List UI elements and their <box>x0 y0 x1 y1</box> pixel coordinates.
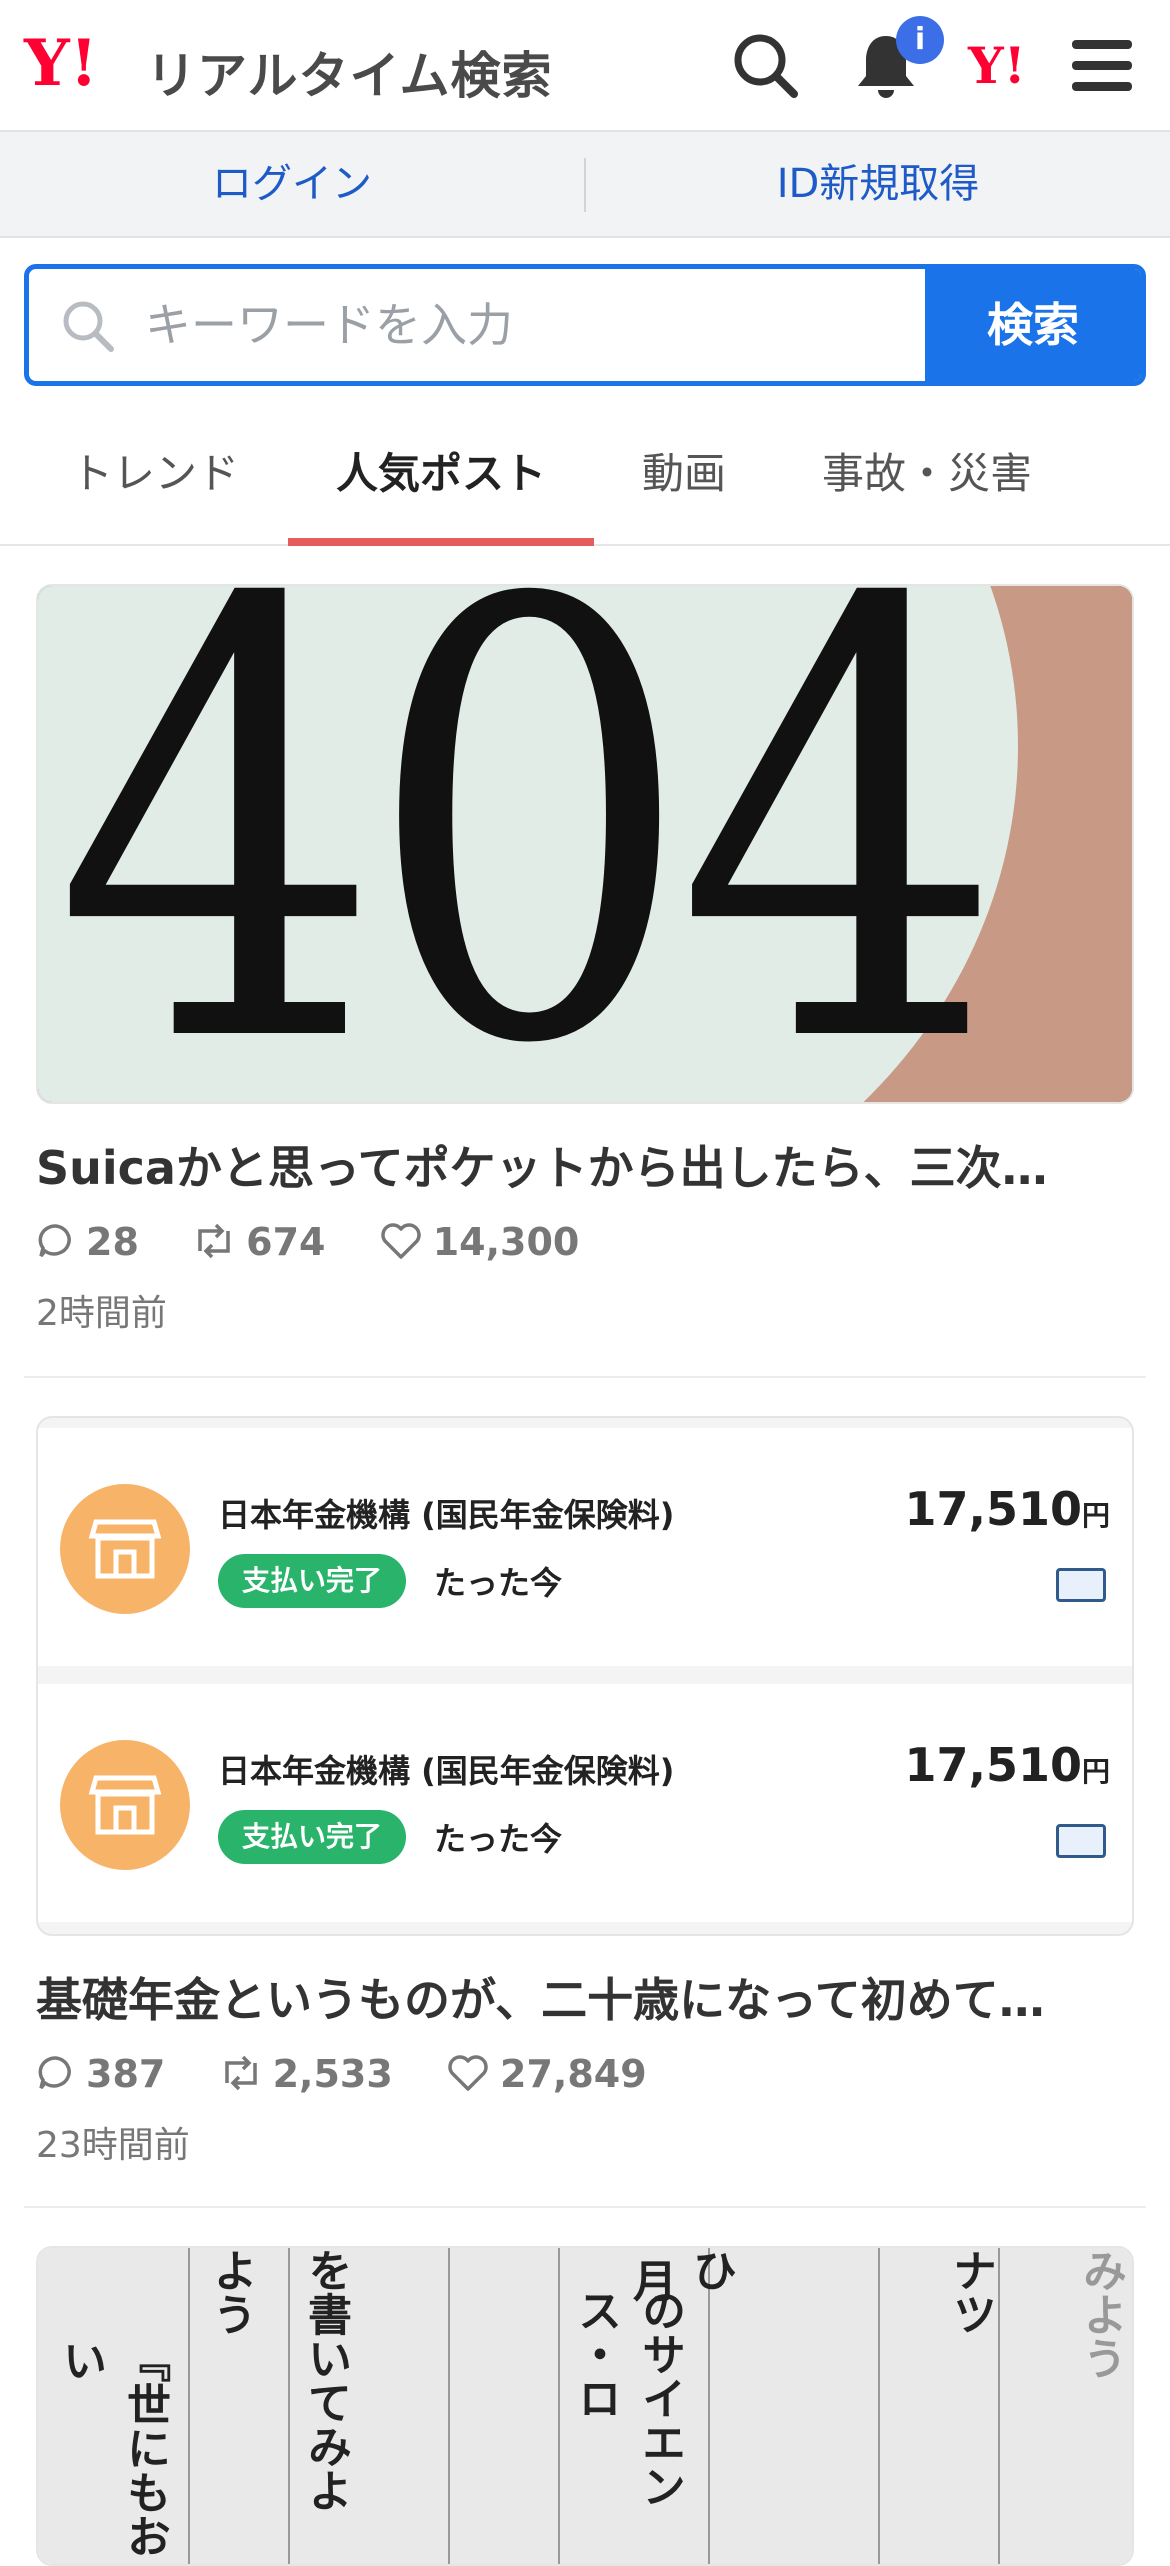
vertical-text: 月 <box>625 2258 676 2302</box>
post-image[interactable]: 404 <box>36 584 1134 1104</box>
shop-icon <box>60 1484 190 1614</box>
repost-icon <box>198 1223 230 1259</box>
like-count[interactable]: 14,300 <box>379 1220 579 1264</box>
column-line <box>878 2248 880 2564</box>
register-link[interactable]: ID新規取得 <box>586 132 1170 236</box>
post-card[interactable]: 404 Suicaかと思ってポケットから出したら、三次… 28 674 14,3… <box>24 584 1146 1344</box>
image-404-text: 404 <box>54 584 1004 1104</box>
reply-count[interactable]: 387 <box>36 2052 165 2096</box>
post-image[interactable]: 『世にもおい よう を書いてみよ のサイエンス・ロ 月 ひ ナツ みよう <box>36 2246 1134 2566</box>
reply-count[interactable]: 28 <box>36 1220 139 1264</box>
payment-amount: 17,510円 <box>904 1482 1110 1536</box>
vertical-text: ナツ <box>945 2248 996 2336</box>
document-photo: 『世にもおい よう を書いてみよ のサイエンス・ロ 月 ひ ナツ みよう <box>38 2248 1132 2564</box>
post-card[interactable]: 日本年金機構 (国民年金保険料) 支払い完了 たった今 17,510円 日本年金… <box>24 1416 1146 2176</box>
column-line <box>708 2248 710 2564</box>
post-card[interactable]: 『世にもおい よう を書いてみよ のサイエンス・ロ 月 ひ ナツ みよう <box>24 2246 1146 2566</box>
search-button[interactable]: 検索 <box>925 269 1141 381</box>
yahoo-japan-icon[interactable]: Y! <box>968 36 1026 95</box>
tab-label: 人気ポスト <box>335 449 546 498</box>
vertical-text: のサイエンス・ロ <box>570 2288 685 2508</box>
payee-name: 日本年金機構 (国民年金保険料) <box>218 1752 675 1790</box>
card-icon <box>1056 1824 1106 1858</box>
vertical-text: よう <box>205 2248 256 2336</box>
search-form: キーワードを入力 検索 <box>24 264 1146 386</box>
tab-trend[interactable]: トレンド <box>40 404 270 544</box>
notification-badge[interactable]: i <box>896 16 944 64</box>
vertical-text: 『世にもおい <box>55 2338 170 2558</box>
heart-icon <box>381 1223 421 1259</box>
active-tab-indicator <box>288 538 594 546</box>
post-title[interactable]: 基礎年金というものが、二十歳になって初めて… <box>36 1964 1136 2030</box>
photo-background: 404 <box>38 586 1132 1102</box>
payment-amount: 17,510円 <box>904 1738 1110 1792</box>
tab-bar: トレンド 人気ポスト 動画 事故・災害 <box>0 404 1170 546</box>
repost-count[interactable]: 2,533 <box>219 2052 393 2096</box>
search-field-icon <box>59 297 117 359</box>
column-line <box>448 2248 450 2564</box>
vertical-text: みよう <box>1075 2248 1126 2380</box>
shop-icon <box>60 1740 190 1870</box>
search-icon[interactable] <box>728 28 804 104</box>
payment-time: たった今 <box>434 1820 563 1858</box>
status-badge: 支払い完了 <box>218 1810 406 1864</box>
search-input[interactable]: キーワードを入力 <box>145 269 513 381</box>
payment-row: 日本年金機構 (国民年金保険料) 支払い完了 たった今 17,510円 <box>38 1684 1132 1922</box>
vertical-text: を書いてみよ <box>300 2248 351 2512</box>
payment-row: 日本年金機構 (国民年金保険料) 支払い完了 たった今 17,510円 <box>38 1428 1132 1666</box>
reply-icon <box>38 1224 71 1258</box>
realtime-search-title[interactable]: リアルタイム検索 <box>146 36 553 108</box>
tab-video[interactable]: 動画 <box>614 404 754 544</box>
heart-icon <box>448 2055 488 2091</box>
account-bar: ログイン ID新規取得 <box>0 132 1170 238</box>
payment-time: たった今 <box>434 1564 563 1602</box>
status-badge: 支払い完了 <box>218 1554 406 1608</box>
column-line <box>288 2248 290 2564</box>
divider <box>24 2206 1146 2208</box>
tab-accidents-disasters[interactable]: 事故・災害 <box>800 404 1054 544</box>
payee-name: 日本年金機構 (国民年金保険料) <box>218 1496 675 1534</box>
reply-icon <box>38 2056 71 2090</box>
post-timestamp: 23時間前 <box>36 2125 190 2166</box>
post-image[interactable]: 日本年金機構 (国民年金保険料) 支払い完了 たった今 17,510円 日本年金… <box>36 1416 1134 1936</box>
menu-icon[interactable] <box>1064 28 1140 104</box>
login-link[interactable]: ログイン <box>0 132 584 236</box>
like-count[interactable]: 27,849 <box>446 2052 647 2096</box>
post-timestamp: 2時間前 <box>36 1293 167 1334</box>
post-stats: 28 674 14,300 <box>36 1220 619 1264</box>
column-line <box>188 2248 190 2564</box>
app-header: Y! リアルタイム検索 i Y! <box>0 0 1170 132</box>
tab-popular-posts[interactable]: 人気ポスト <box>288 404 594 546</box>
vertical-text: ひ <box>685 2248 736 2292</box>
column-line <box>558 2248 560 2564</box>
post-stats: 387 2,533 27,849 <box>36 2052 687 2096</box>
post-title[interactable]: Suicaかと思ってポケットから出したら、三次… <box>36 1132 1136 1198</box>
card-icon <box>1056 1568 1106 1602</box>
divider <box>24 1376 1146 1378</box>
repost-icon <box>224 2055 257 2091</box>
repost-count[interactable]: 674 <box>192 1220 325 1264</box>
yahoo-logo[interactable]: Y! <box>24 28 98 100</box>
